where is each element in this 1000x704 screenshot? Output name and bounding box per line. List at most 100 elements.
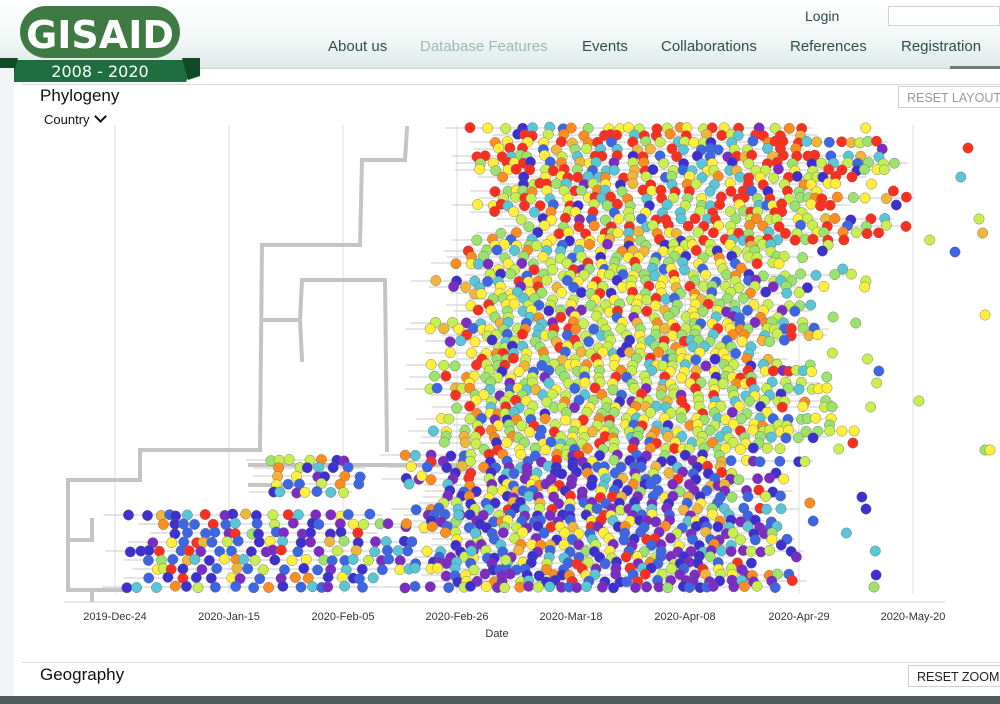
tip-node[interactable] [432,562,443,574]
tip-node[interactable] [924,234,936,246]
tip-node[interactable] [206,536,218,548]
tip-node[interactable] [684,582,695,593]
tip-node[interactable] [203,554,215,566]
tip-node[interactable] [620,551,632,563]
tip-node[interactable] [662,582,673,594]
tip-node[interactable] [209,581,221,593]
tip-node[interactable] [177,563,189,575]
tip-node[interactable] [776,401,788,413]
tip-node[interactable] [742,491,754,503]
tip-node[interactable] [856,491,868,503]
tip-node[interactable] [497,527,509,539]
tip-node[interactable] [459,437,471,448]
tip-node[interactable] [774,455,786,467]
tip-node[interactable] [799,456,811,467]
tip-node[interactable] [861,228,873,240]
tip-node[interactable] [425,474,437,485]
tip-node[interactable] [682,220,694,232]
tip-node[interactable] [327,462,339,473]
tip-node[interactable] [664,128,676,140]
tip-node[interactable] [523,221,535,233]
tip-node[interactable] [153,545,165,557]
tip-node[interactable] [180,580,192,592]
tip-node[interactable] [497,171,508,183]
tip-node[interactable] [254,573,266,585]
tip-node[interactable] [751,580,763,592]
tip-node[interactable] [581,581,592,592]
tip-node[interactable] [443,413,455,425]
tip-node[interactable] [848,192,859,203]
login-link[interactable]: Login [805,8,839,24]
tip-node[interactable] [275,544,287,556]
tip-node[interactable] [295,537,307,548]
tip-node[interactable] [339,580,350,592]
tip-node[interactable] [556,468,568,480]
tip-node[interactable] [612,227,624,239]
tip-node[interactable] [369,546,381,558]
tip-node[interactable] [560,414,571,426]
tip-node[interactable] [955,171,967,183]
tip-node[interactable] [962,142,974,154]
tip-node[interactable] [311,486,323,497]
tip-node[interactable] [431,382,443,394]
tip-node[interactable] [833,443,845,455]
tip-node[interactable] [754,456,766,468]
tip-node[interactable] [781,287,793,299]
tip-node[interactable] [508,468,520,479]
tip-node[interactable] [752,473,763,485]
tip-node[interactable] [773,258,785,270]
tip-node[interactable] [949,246,961,258]
nav-database-features[interactable]: Database Features [420,38,548,55]
tip-node[interactable] [869,545,881,557]
tip-node[interactable] [286,555,298,566]
tip-node[interactable] [424,581,436,593]
tip-node[interactable] [751,258,763,270]
tip-node[interactable] [190,572,202,583]
tip-node[interactable] [394,564,406,576]
tip-node[interactable] [219,553,230,565]
tip-node[interactable] [838,234,850,246]
tip-node[interactable] [608,164,620,176]
tip-node[interactable] [399,449,411,461]
tip-node[interactable] [630,582,641,593]
tip-node[interactable] [123,509,134,521]
tip-node[interactable] [805,299,817,311]
login-field[interactable] [888,6,1000,26]
tip-node[interactable] [663,467,675,479]
tip-node[interactable] [444,336,456,348]
tip-node[interactable] [430,275,442,286]
tip-node[interactable] [299,486,311,498]
tip-node[interactable] [973,213,985,225]
tip-node[interactable] [221,536,233,547]
tip-node[interactable] [409,562,421,574]
tip-node[interactable] [363,554,374,566]
tip-node[interactable] [232,535,244,547]
tip-node[interactable] [508,352,519,364]
tip-node[interactable] [532,581,544,593]
tip-node[interactable] [829,269,841,281]
tip-node[interactable] [665,532,676,544]
tip-node[interactable] [331,545,343,557]
tip-node[interactable] [873,365,885,377]
tip-node[interactable] [242,563,254,575]
tip-node[interactable] [131,582,143,593]
tip-node[interactable] [307,581,318,593]
tip-node[interactable] [576,287,587,298]
tip-node[interactable] [728,581,740,593]
tip-node[interactable] [583,336,595,348]
tip-node[interactable] [824,425,836,437]
tip-node[interactable] [846,268,857,280]
tip-node[interactable] [818,280,830,292]
tip-node[interactable] [356,563,368,575]
tip-node[interactable] [336,571,348,583]
tip-node[interactable] [523,580,534,592]
tip-node[interactable] [569,383,581,394]
tip-node[interactable] [406,536,418,548]
tip-node[interactable] [579,376,591,388]
tip-node[interactable] [376,564,388,576]
tip-node[interactable] [227,508,239,520]
tip-node[interactable] [444,347,456,359]
tip-node[interactable] [500,123,512,134]
tip-node[interactable] [531,240,542,252]
tip-node[interactable] [143,545,155,556]
